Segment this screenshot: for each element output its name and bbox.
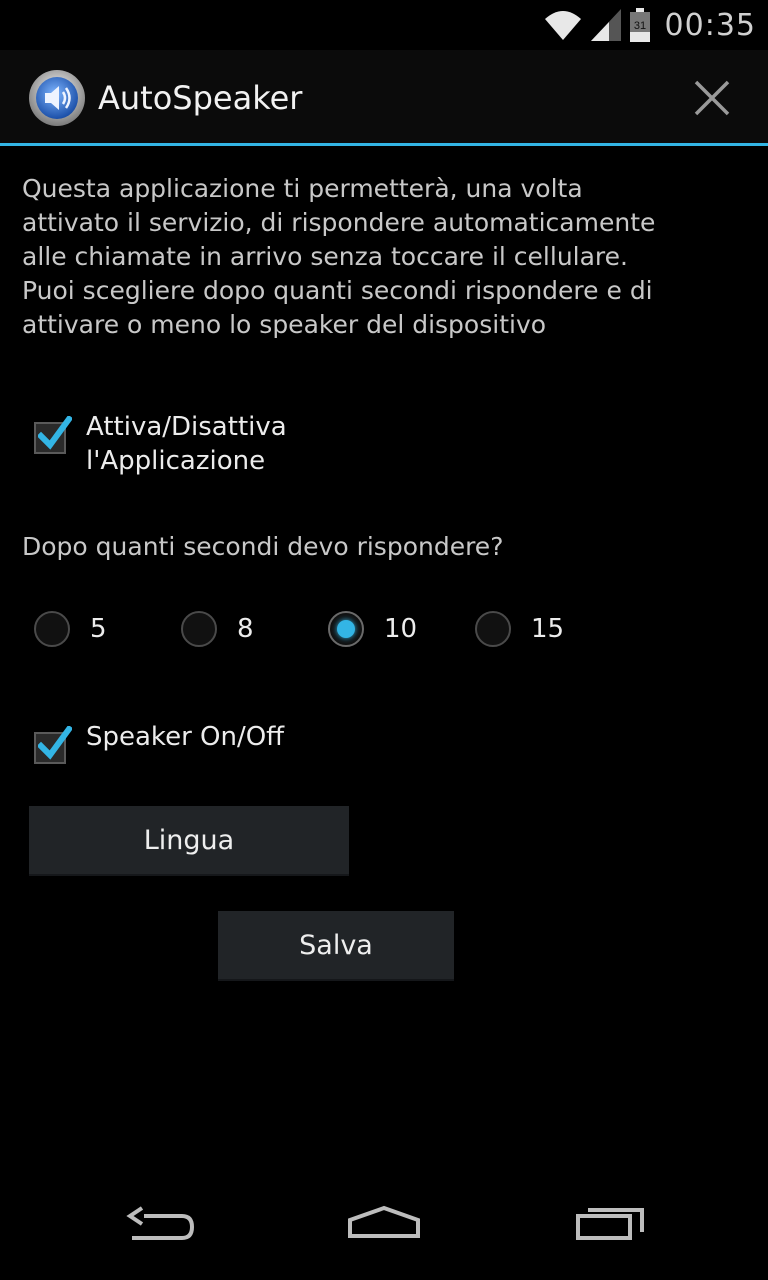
wifi-icon bbox=[544, 11, 581, 40]
toggle-app-label-line1: Attiva/Disattiva bbox=[86, 412, 287, 442]
radio-button[interactable] bbox=[181, 611, 217, 647]
save-button[interactable]: Salva bbox=[218, 911, 454, 981]
description-text: Questa applicazione ti permetterà, una v… bbox=[22, 174, 656, 339]
toggle-app-label: Attiva/Disattiva l'Applicazione bbox=[86, 410, 287, 478]
battery-icon: 31 bbox=[629, 8, 650, 42]
back-icon[interactable] bbox=[124, 1204, 196, 1254]
close-icon[interactable] bbox=[688, 74, 736, 122]
radio-option-15[interactable]: 15 bbox=[475, 611, 564, 647]
status-icons: 31 00:35 bbox=[543, 6, 756, 44]
checkbox-checked[interactable] bbox=[34, 726, 72, 764]
radio-option-8[interactable]: 8 bbox=[181, 611, 254, 647]
app-title: AutoSpeaker bbox=[98, 79, 303, 117]
navigation-bar bbox=[0, 1184, 768, 1280]
radio-option-5[interactable]: 5 bbox=[34, 611, 107, 647]
seconds-question: Dopo quanti secondi devo rispondere? bbox=[22, 532, 504, 561]
radio-label: 5 bbox=[90, 614, 107, 644]
toggle-app-checkbox[interactable]: Attiva/Disattiva l'Applicazione bbox=[34, 410, 287, 478]
app-bar: AutoSpeaker bbox=[0, 50, 768, 143]
checkmark-icon bbox=[38, 726, 72, 760]
radio-label: 15 bbox=[531, 614, 565, 644]
language-button[interactable]: Lingua bbox=[29, 806, 349, 876]
app-bar-divider bbox=[0, 143, 768, 146]
radio-label: 10 bbox=[384, 614, 418, 644]
radio-button-selected[interactable] bbox=[328, 611, 364, 647]
radio-label: 8 bbox=[237, 614, 254, 644]
speaker-checkbox[interactable]: Speaker On/Off bbox=[34, 720, 284, 764]
toggle-app-label-line2: l'Applicazione bbox=[86, 446, 266, 476]
battery-level: 31 bbox=[633, 20, 645, 32]
status-time: 00:35 bbox=[664, 7, 756, 43]
speaker-icon bbox=[29, 70, 85, 126]
checkmark-icon bbox=[38, 416, 72, 450]
recent-apps-icon[interactable] bbox=[574, 1204, 648, 1254]
signal-icon bbox=[590, 9, 621, 41]
speaker-label: Speaker On/Off bbox=[86, 722, 285, 752]
status-bar: 31 00:35 bbox=[0, 0, 768, 50]
checkbox-checked[interactable] bbox=[34, 416, 72, 454]
radio-button[interactable] bbox=[34, 611, 70, 647]
radio-button[interactable] bbox=[475, 611, 511, 647]
home-icon[interactable] bbox=[346, 1204, 422, 1254]
radio-option-10[interactable]: 10 bbox=[328, 611, 417, 647]
